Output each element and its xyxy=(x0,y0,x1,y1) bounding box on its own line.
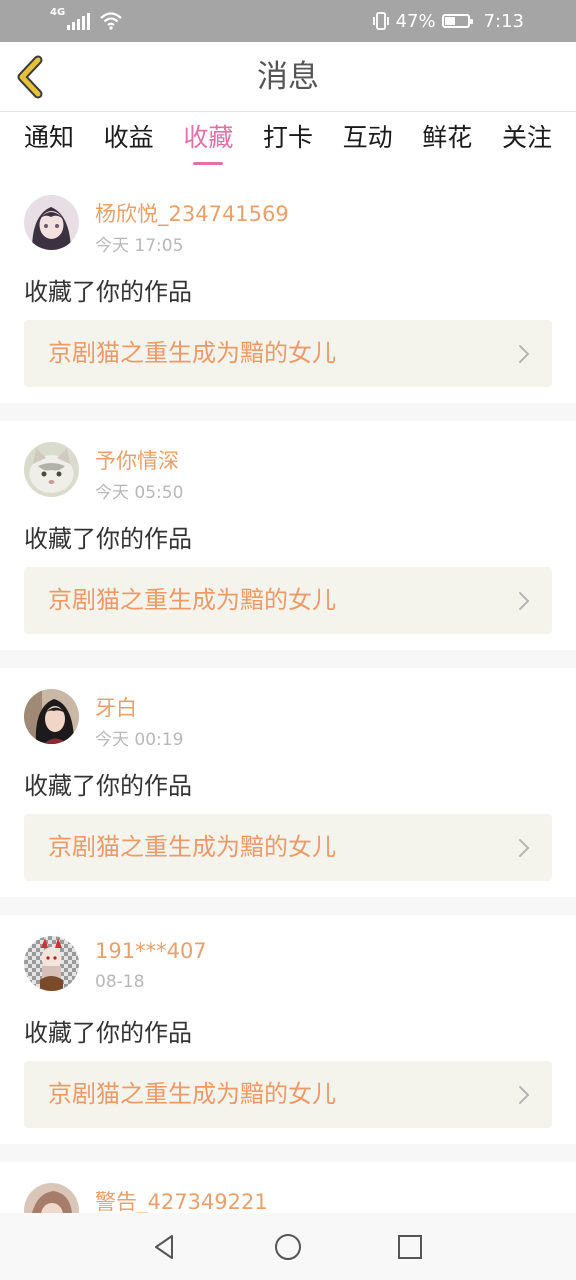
work-title: 京剧猫之重生成为黯的女儿 xyxy=(48,1080,336,1108)
recents-square-icon[interactable] xyxy=(395,1232,425,1262)
avatar[interactable] xyxy=(24,936,79,991)
chevron-right-icon xyxy=(519,1086,530,1104)
status-bar: 4G 47% 7:13 xyxy=(0,0,576,42)
tab-item[interactable]: 收益 xyxy=(104,112,154,174)
back-triangle-icon[interactable] xyxy=(150,1232,180,1262)
work-title: 京剧猫之重生成为黯的女儿 xyxy=(48,339,336,367)
tab-bar: 通知 收益 收藏 打卡 互动 鲜花 关注 xyxy=(0,112,576,174)
username[interactable]: 警告_427349221 xyxy=(95,1186,268,1216)
timestamp: 今天 05:50 xyxy=(95,483,184,503)
vibrate-icon xyxy=(372,12,389,30)
favorites-feed: 杨欣悦_234741569 今天 17:05 收藏了你的作品 京剧猫之重生成为黯的女儿… xyxy=(0,174,576,1238)
favorite-card: 杨欣悦_234741569 今天 17:05 收藏了你的作品京剧猫之重生成为黯的女儿 xyxy=(0,174,576,403)
username[interactable]: 牙白 xyxy=(95,692,137,722)
clock: 7:13 xyxy=(483,10,524,32)
timestamp: 08-18 xyxy=(95,972,145,992)
username[interactable]: 191***407 xyxy=(95,939,207,963)
status-left: 4G xyxy=(50,8,122,30)
chevron-right-icon xyxy=(519,839,530,857)
battery-percent: 47% xyxy=(395,10,436,32)
avatar[interactable] xyxy=(24,195,79,250)
avatar[interactable] xyxy=(24,442,79,497)
network-type: 4G xyxy=(50,7,66,18)
wifi-icon xyxy=(100,12,122,30)
battery-icon xyxy=(441,14,473,28)
favorite-card: 牙白今天 00:19 收藏了你的作品京剧猫之重生成为黯的女儿 xyxy=(0,668,576,897)
username[interactable]: 予你情深 xyxy=(95,445,179,475)
system-nav-bar xyxy=(0,1213,576,1280)
tab-item[interactable]: 互动 xyxy=(343,112,393,174)
work-link[interactable]: 京剧猫之重生成为黯的女儿 xyxy=(24,567,552,634)
work-link[interactable]: 京剧猫之重生成为黯的女儿 xyxy=(24,1061,552,1128)
avatar[interactable] xyxy=(24,689,79,744)
username[interactable]: 杨欣悦_234741569 xyxy=(95,198,289,228)
tab-item[interactable]: 鲜花 xyxy=(422,112,472,174)
chevron-right-icon xyxy=(519,345,530,363)
timestamp: 今天 17:05 xyxy=(95,236,184,256)
action-text: 收藏了你的作品 xyxy=(24,772,192,800)
page-title: 消息 xyxy=(257,59,319,95)
work-title: 京剧猫之重生成为黯的女儿 xyxy=(48,833,336,861)
action-text: 收藏了你的作品 xyxy=(24,1019,192,1047)
chevron-right-icon xyxy=(519,592,530,610)
home-circle-icon[interactable] xyxy=(273,1232,303,1262)
tab-item[interactable]: 关注 xyxy=(502,112,552,174)
tab-active-item[interactable]: 收藏 xyxy=(183,112,233,174)
work-title: 京剧猫之重生成为黯的女儿 xyxy=(48,586,336,614)
work-link[interactable]: 京剧猫之重生成为黯的女儿 xyxy=(24,320,552,387)
status-right: 47% 7:13 xyxy=(372,0,524,42)
work-link[interactable]: 京剧猫之重生成为黯的女儿 xyxy=(24,814,552,881)
battery-level-fill xyxy=(444,17,455,25)
favorite-card: 191***407 08-18 收藏了你的作品京剧猫之重生成为黯的女儿 xyxy=(0,915,576,1144)
app-header: 消息 xyxy=(0,42,576,112)
action-text: 收藏了你的作品 xyxy=(24,525,192,553)
action-text: 收藏了你的作品 xyxy=(24,278,192,306)
tab-item[interactable]: 打卡 xyxy=(263,112,313,174)
timestamp: 今天 00:19 xyxy=(95,730,184,750)
favorite-card: 予你情深今天 05:50 收藏了你的作品京剧猫之重生成为黯的女儿 xyxy=(0,421,576,650)
signal-icon xyxy=(67,10,91,30)
tab-item[interactable]: 通知 xyxy=(24,112,74,174)
